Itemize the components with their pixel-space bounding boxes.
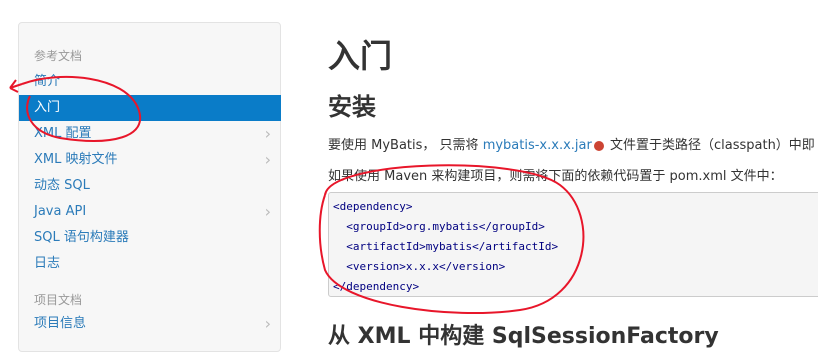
chevron-right-icon[interactable]: ›	[265, 199, 271, 225]
code-block: <dependency> <groupId>org.mybatis</group…	[328, 192, 818, 297]
install-text-prefix: 要使用 MyBatis， 只需将	[328, 138, 483, 153]
sidebar-item-label: 日志	[34, 256, 61, 271]
sidebar-item-label: 简介	[34, 74, 61, 89]
sidebar-item-sql-builder[interactable]: SQL 语句构建器	[19, 225, 281, 251]
install-text-suffix: 文件置于类路径（classpath）中即	[605, 138, 815, 153]
sidebar-item-getting-started[interactable]: 入门	[19, 95, 281, 121]
sidebar-item-label: 动态 SQL	[34, 178, 90, 193]
code-line: <version>x.x.x</version>	[333, 260, 506, 273]
sidebar-item-intro[interactable]: 简介	[19, 69, 281, 95]
sidebar-item-logging[interactable]: 日志	[19, 251, 281, 277]
code-line: <dependency>	[333, 200, 413, 213]
page-title: 入门	[328, 37, 393, 75]
sidebar-item-label: 项目信息	[34, 316, 87, 331]
jar-link[interactable]: mybatis-x.x.x.jar	[483, 138, 592, 153]
section-title-install: 安装	[328, 93, 376, 121]
section-title-sqlsessionfactory: 从 XML 中构建 SqlSessionFactory	[328, 324, 719, 349]
sidebar-item-label: XML 配置	[34, 126, 92, 141]
sidebar: 参考文档 简介 入门 XML 配置 › XML 映射文件 › 动态 SQL Ja…	[18, 22, 281, 352]
sidebar-item-dynamic-sql[interactable]: 动态 SQL	[19, 173, 281, 199]
sidebar-item-project-info[interactable]: 项目信息 ›	[19, 311, 281, 337]
maven-paragraph: 如果使用 Maven 来构建项目，则需将下面的依赖代码置于 pom.xml 文件…	[328, 169, 783, 184]
install-paragraph: 要使用 MyBatis， 只需将 mybatis-x.x.x.jar 文件置于类…	[328, 134, 815, 153]
code-line: <artifactId>mybatis</artifactId>	[333, 240, 559, 253]
sidebar-item-label: XML 映射文件	[34, 152, 118, 167]
chevron-right-icon[interactable]: ›	[265, 147, 271, 173]
sidebar-section-reference: 参考文档	[34, 49, 83, 63]
chevron-right-icon[interactable]: ›	[265, 121, 271, 147]
sidebar-item-label: SQL 语句构建器	[34, 230, 129, 245]
code-line: <groupId>org.mybatis</groupId>	[333, 220, 545, 233]
download-icon	[593, 140, 604, 151]
sidebar-item-xml-mapper[interactable]: XML 映射文件 ›	[19, 147, 281, 173]
sidebar-item-java-api[interactable]: Java API ›	[19, 199, 281, 225]
sidebar-item-xml-config[interactable]: XML 配置 ›	[19, 121, 281, 147]
sidebar-item-label: Java API	[34, 204, 87, 219]
chevron-right-icon[interactable]: ›	[265, 311, 271, 337]
main-content: 入门 安装 要使用 MyBatis， 只需将 mybatis-x.x.x.jar…	[328, 0, 818, 349]
sidebar-section-project: 项目文档	[34, 293, 83, 307]
sidebar-item-label: 入门	[34, 100, 61, 115]
code-line: </dependency>	[333, 280, 420, 293]
